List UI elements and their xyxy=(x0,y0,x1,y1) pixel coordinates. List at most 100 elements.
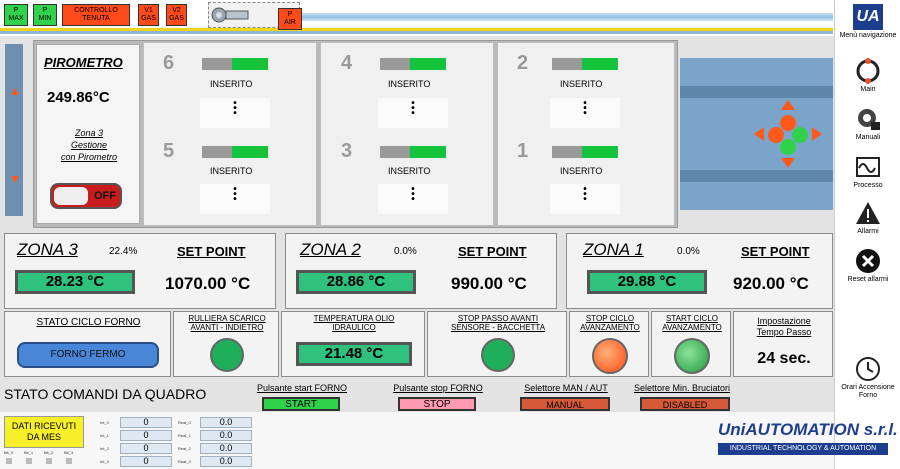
stop-ciclo-box: STOP CICLO AVANZAMENTO xyxy=(569,311,649,377)
real-2-label: Real_2 xyxy=(178,446,191,451)
zona-2-title: ZONA 2 xyxy=(300,240,361,259)
controllo-tenuta-indicator: CONTROLLO TENUTA xyxy=(62,4,130,26)
nav-reset-label: Reset allarmi xyxy=(847,276,889,283)
int-2-value: 0 xyxy=(120,443,172,454)
burner-4-number: 4 xyxy=(341,52,353,74)
temp-olio-box: TEMPERATURA OLIO IDRAULICO 21.48 °C xyxy=(281,311,425,377)
mes-data-indicator: DATI RICEVUTI DA MES xyxy=(4,416,84,448)
burner-3-switch[interactable] xyxy=(380,146,446,158)
man-aut-indicator: MANUAL xyxy=(520,397,610,411)
v1-gas-indicator: V1 GAS xyxy=(138,4,159,26)
burner-5-number: 5 xyxy=(163,140,175,162)
int-2-label: Int_2 xyxy=(100,446,109,451)
stop-passo-switch[interactable] xyxy=(481,338,515,372)
bit-0-led xyxy=(6,458,12,464)
stop-ciclo-button[interactable] xyxy=(592,338,628,374)
zona-1-box: ZONA 1 0.0% SET POINT 29.88 °C 920.00 °C xyxy=(566,233,833,309)
zona-3-box: ZONA 3 22.4% SET POINT 28.23 °C 1070.00 … xyxy=(4,233,276,309)
zona-1-setpoint-label: SET POINT xyxy=(741,244,810,259)
int-1-value: 0 xyxy=(120,430,172,441)
temp-olio-label: TEMPERATURA OLIO IDRAULICO xyxy=(313,314,395,332)
pyrometer-panel: PIROMETRO 249.86°C Zona 3 Gestione con P… xyxy=(36,44,140,224)
nav-menu-button[interactable]: UA Menù navigazione xyxy=(835,4,900,40)
bruciatori-label: Selettore Min. Bruciatori xyxy=(633,383,731,393)
zona-2-setpoint-label: SET POINT xyxy=(458,244,527,259)
navigation-sidebar: UA Menù navigazione Main Manuali Process… xyxy=(834,0,900,469)
stop-forno-label: Pulsante stop FORNO xyxy=(393,383,483,393)
nav-allarmi-button[interactable]: Allarmi xyxy=(835,200,900,236)
burner-2-slot: • • • xyxy=(550,98,620,128)
bit-0-label: Bit_0 xyxy=(4,450,14,455)
stop-passo-box: STOP PASSO AVANTI SENSORE - BACCHETTA xyxy=(427,311,567,377)
gear-lock-icon xyxy=(858,109,880,130)
burner-5-slot: • • • xyxy=(200,184,270,214)
nav-orari-button[interactable]: Orari Accensione Forno xyxy=(835,356,900,400)
nav-manuali-button[interactable]: Manuali xyxy=(835,106,900,142)
zona-1-setpoint-value: 920.00 °C xyxy=(733,274,809,293)
zona-2-setpoint-value: 990.00 °C xyxy=(451,274,527,293)
real-3-value: 0.0 xyxy=(200,456,252,467)
arrow-up-icon[interactable]: ▲ xyxy=(9,84,21,98)
nav-orari-label: Orari Accensione Forno xyxy=(841,384,895,399)
air-duct xyxy=(300,13,833,21)
real-1-value: 0.0 xyxy=(200,430,252,441)
stato-ciclo-box: STATO CICLO FORNO FORNO FERMO xyxy=(4,311,171,377)
brand-logo: UniAUTOMATION s.r.l. xyxy=(718,420,898,439)
bit-1-label: Bit_1 xyxy=(24,450,34,455)
nav-reset-button[interactable]: Reset allarmi xyxy=(835,248,900,284)
bit-3-led xyxy=(66,458,72,464)
int-3-value: 0 xyxy=(120,456,172,467)
air-pipe xyxy=(0,31,833,34)
burner-6-number: 6 xyxy=(163,52,175,74)
pyrometer-toggle[interactable]: OFF xyxy=(50,183,122,209)
burner-2-number: 2 xyxy=(517,52,529,74)
tempo-passo-value[interactable]: 24 sec. xyxy=(734,350,834,368)
burner-4-status: INSERITO xyxy=(388,79,431,89)
nav-main-label: Main xyxy=(860,86,876,93)
warning-icon xyxy=(856,202,880,224)
real-3-label: Real_3 xyxy=(178,459,191,464)
burner-5-status: INSERITO xyxy=(210,166,253,176)
stop-passo-label: STOP PASSO AVANTI SENSORE - BACCHETTA xyxy=(450,314,546,332)
zona-3-pct: 22.4% xyxy=(109,246,138,257)
burner-2-switch[interactable] xyxy=(552,58,618,70)
burner-1-switch[interactable] xyxy=(552,146,618,158)
burner-6-switch[interactable] xyxy=(202,58,268,70)
blower-icon xyxy=(211,7,249,23)
stato-ciclo-label: STATO CICLO FORNO xyxy=(36,317,141,328)
int-1-label: Int_1 xyxy=(100,433,109,438)
v2-gas-indicator: V2 GAS xyxy=(166,4,187,26)
stop-ciclo-label: STOP CICLO AVANZAMENTO xyxy=(580,314,640,332)
zona-2-pct: 0.0% xyxy=(394,246,417,257)
stop-forno-indicator: STOP xyxy=(398,397,476,411)
pmin-indicator: P MIN xyxy=(33,4,57,26)
burner-1-status: INSERITO xyxy=(560,166,603,176)
burner-4-switch[interactable] xyxy=(380,58,446,70)
burner-5-switch[interactable] xyxy=(202,146,268,158)
start-forno-indicator: START xyxy=(262,397,340,411)
arrow-down-icon[interactable]: ▼ xyxy=(9,172,21,186)
pmax-indicator: P MAX xyxy=(4,4,28,26)
start-ciclo-button[interactable] xyxy=(674,338,710,374)
nav-processo-button[interactable]: Processo xyxy=(835,154,900,190)
forno-fermo-indicator: FORNO FERMO xyxy=(17,342,159,368)
zona-1-pct: 0.0% xyxy=(677,246,700,257)
burner-4-slot: • • • xyxy=(378,98,448,128)
bit-2-label: Bit_2 xyxy=(44,450,54,455)
temp-olio-value: 21.48 °C xyxy=(296,342,412,366)
man-aut-label: Selettore MAN / AUT xyxy=(524,383,608,393)
real-2-value: 0.0 xyxy=(200,443,252,454)
real-1-label: Real_1 xyxy=(178,433,191,438)
int-3-label: Int_3 xyxy=(100,459,109,464)
nav-main-button[interactable]: Main xyxy=(835,58,900,94)
zona-1-title: ZONA 1 xyxy=(583,240,644,259)
rulliera-switch[interactable] xyxy=(210,338,244,372)
nav-manuali-label: Manuali xyxy=(855,134,881,141)
toggle-knob xyxy=(54,187,88,205)
zona-2-box: ZONA 2 0.0% SET POINT 28.86 °C 990.00 °C xyxy=(285,233,557,309)
zona-3-setpoint-label: SET POINT xyxy=(177,244,246,259)
real-0-value: 0.0 xyxy=(200,417,252,428)
burner-6-slot: • • • xyxy=(200,98,270,128)
direction-control[interactable] xyxy=(748,98,828,170)
conveyor-belt-top xyxy=(680,86,833,98)
